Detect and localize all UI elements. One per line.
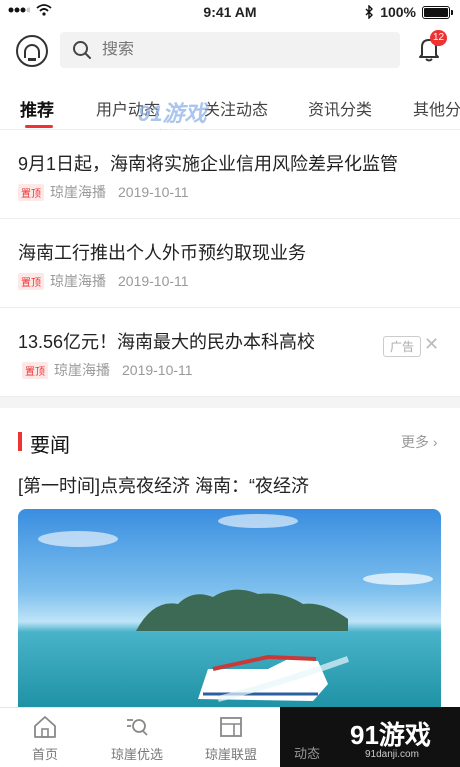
search-list-icon bbox=[127, 719, 148, 736]
news-item[interactable]: 13.56亿元！海南最大的民办本科高校 置顶 琼崖海播 2019-10-11 广… bbox=[0, 308, 460, 397]
top-bar: 12 bbox=[0, 26, 460, 78]
news-date: 2019-10-11 bbox=[118, 273, 189, 289]
bluetooth-icon bbox=[365, 5, 374, 19]
news-title: 13.56亿元！海南最大的民办本科高校 bbox=[18, 332, 316, 352]
tab-following[interactable]: 关注动态 bbox=[204, 96, 268, 120]
nav-label: 琼崖优选 bbox=[110, 747, 163, 762]
news-title: 9月1日起，海南将实施企业信用风险差异化监管 bbox=[18, 154, 399, 174]
ad-label: 广告 bbox=[383, 336, 422, 357]
tab-recommend[interactable]: 推荐 bbox=[20, 96, 54, 121]
tab-indicator bbox=[25, 125, 53, 128]
tab-news-category[interactable]: 资讯分类 bbox=[308, 96, 372, 120]
watermark-banner: 动态 91游戏 91danji.com bbox=[280, 707, 460, 767]
headline-title[interactable]: [第一时间]点亮夜经济 海南：“夜经济 bbox=[18, 472, 309, 498]
tab-other-category[interactable]: 其他分类 bbox=[413, 96, 460, 120]
app-logo[interactable] bbox=[16, 35, 48, 67]
battery-icon bbox=[422, 5, 453, 19]
video-thumbnail[interactable] bbox=[18, 509, 441, 714]
nav-label-dynamic[interactable]: 动态 bbox=[294, 743, 320, 762]
notification-badge: 12 bbox=[430, 30, 448, 46]
category-tabs: 推荐 用户动态 关注动态 资讯分类 其他分类 bbox=[0, 78, 460, 130]
pinned-tag: 置顶 bbox=[18, 272, 44, 290]
news-item[interactable]: 海南工行推出个人外币预约取现业务 置顶 琼崖海播 2019-10-11 bbox=[0, 219, 460, 308]
nav-label: 琼崖联盟 bbox=[204, 747, 257, 762]
news-item[interactable]: 9月1日起，海南将实施企业信用风险差异化监管 置顶 琼崖海播 2019-10-1… bbox=[0, 130, 460, 219]
section-title: 要闻 bbox=[30, 435, 70, 457]
more-link[interactable]: 更多 › bbox=[401, 432, 438, 452]
alliance-icon bbox=[220, 717, 242, 737]
watermark-domain: 91danji.com bbox=[365, 749, 419, 760]
news-source: 琼崖海播 bbox=[50, 273, 106, 289]
status-bar: 9:41 AM 100% bbox=[0, 0, 460, 26]
pinned-tag: 置顶 bbox=[18, 183, 44, 201]
watermark-brand: 91游戏 bbox=[350, 720, 431, 750]
pinned-tag: 置顶 bbox=[22, 361, 48, 379]
news-date: 2019-10-11 bbox=[118, 184, 189, 200]
news-title: 海南工行推出个人外币预约取现业务 bbox=[18, 243, 306, 263]
news-date: 2019-10-11 bbox=[122, 362, 193, 378]
chevron-right-icon: › bbox=[432, 434, 438, 450]
home-icon bbox=[34, 716, 56, 738]
headlines-section: 要闻 更多 › [第一时间]点亮夜经济 海南：“夜经济 bbox=[0, 408, 460, 714]
close-icon[interactable]: ✕ bbox=[424, 334, 439, 355]
battery-percent: 100% bbox=[380, 4, 416, 20]
island-scene-image bbox=[38, 514, 433, 702]
news-source: 琼崖海播 bbox=[54, 362, 110, 378]
nav-item-selected[interactable]: 琼崖优选 bbox=[92, 708, 182, 767]
news-source: 琼崖海播 bbox=[50, 184, 106, 200]
search-icon bbox=[73, 41, 91, 59]
nav-label: 首页 bbox=[31, 747, 58, 762]
search-box[interactable] bbox=[60, 32, 400, 68]
nav-item-home[interactable]: 首页 bbox=[0, 708, 90, 767]
section-marker bbox=[18, 432, 22, 451]
nav-item-alliance[interactable]: 琼崖联盟 bbox=[186, 708, 276, 767]
search-input[interactable] bbox=[102, 41, 362, 59]
